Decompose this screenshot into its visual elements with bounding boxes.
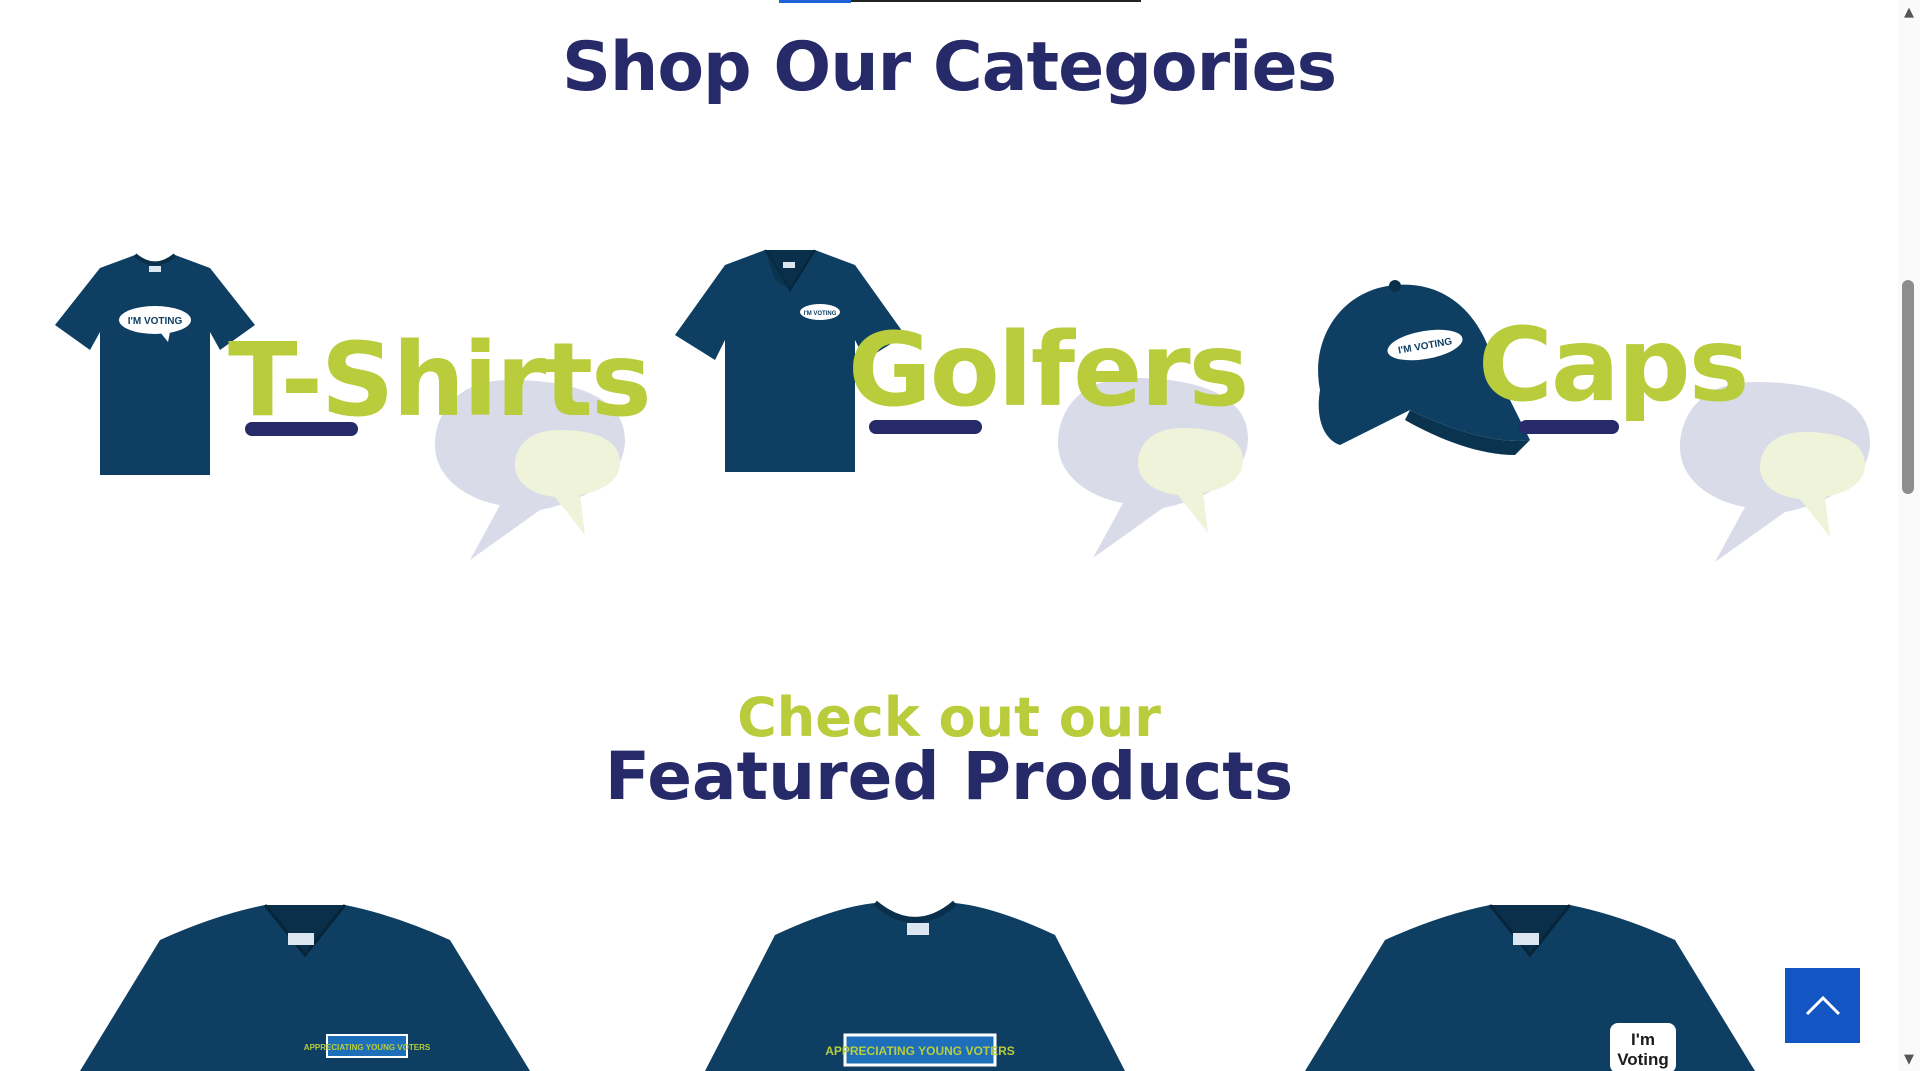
category-underline xyxy=(869,420,982,434)
category-label-tshirts: T-Shirts xyxy=(228,321,652,440)
category-underline xyxy=(1519,420,1619,434)
featured-print-text: APPRECIATING YOUNG VOTERS xyxy=(825,1044,1015,1058)
featured-title: Featured Products xyxy=(604,738,1294,815)
triangle-up-icon[interactable]: ▲ xyxy=(1898,4,1920,22)
category-card-tshirts[interactable]: I'M VOTING T-Shirts xyxy=(50,220,652,560)
featured-golfer-image: I'm Voting xyxy=(1305,904,1755,1071)
featured-tshirt-image: APPRECIATING YOUNG VOTERS xyxy=(705,900,1125,1071)
featured-print-text: APPRECIATING YOUNG VOTERS xyxy=(304,1043,431,1052)
featured-product-card[interactable]: APPRECIATING YOUNG VOTERS xyxy=(65,895,545,1071)
category-underline xyxy=(245,422,358,436)
featured-print-line1: I'm xyxy=(1631,1030,1655,1049)
page-scrollbar[interactable]: ▲ ▼ xyxy=(1898,0,1920,1071)
triangle-down-icon[interactable]: ▼ xyxy=(1898,1051,1920,1069)
category-card-golfers[interactable]: I'M VOTING Golfers xyxy=(670,220,1270,560)
category-label-caps: Caps xyxy=(1478,306,1749,425)
featured-print-line2: Voting xyxy=(1617,1050,1669,1069)
categories-title: Shop Our Categories xyxy=(561,28,1337,107)
featured-product-card[interactable]: I'm Voting xyxy=(1290,895,1770,1071)
category-card-caps[interactable]: I'M VOTING Caps xyxy=(1290,220,1890,562)
featured-golfer-image: APPRECIATING YOUNG VOTERS xyxy=(80,904,530,1071)
golfer-print-text: I'M VOTING xyxy=(804,311,837,317)
featured-product-card[interactable]: APPRECIATING YOUNG VOTERS xyxy=(675,895,1155,1071)
scrollbar-thumb[interactable] xyxy=(1902,280,1914,494)
category-label-golfers: Golfers xyxy=(848,311,1249,430)
back-to-top-button[interactable] xyxy=(1785,968,1860,1043)
page-viewport: Shop Our Categories I'M VOTING T-Shirts xyxy=(0,0,1898,1071)
tshirt-print-text: I'M VOTING xyxy=(128,316,183,327)
chevron-up-icon xyxy=(1805,995,1840,1015)
slider-progress-indicator xyxy=(779,0,851,3)
